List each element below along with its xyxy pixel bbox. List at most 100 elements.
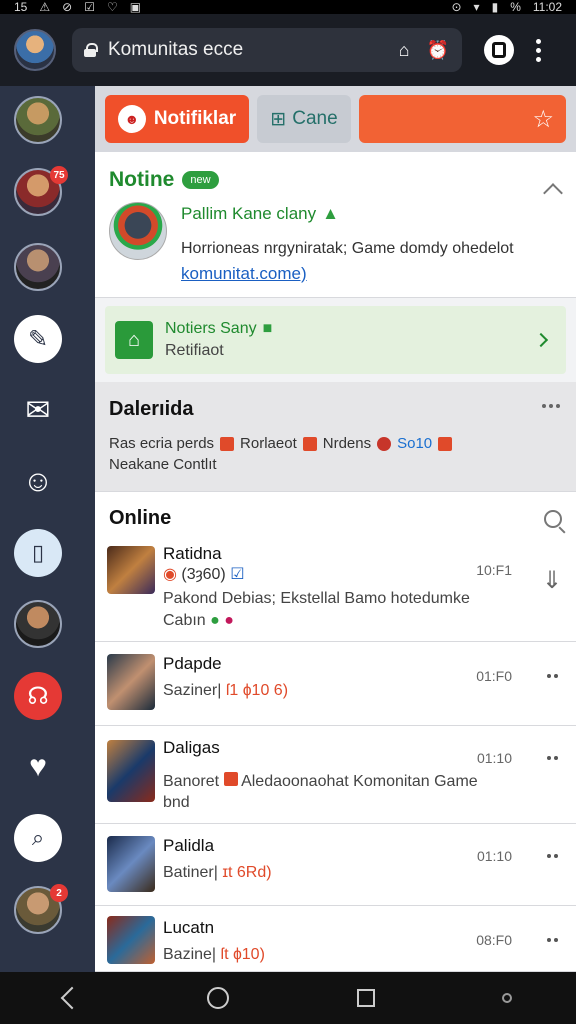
face-icon: ☻ (117, 105, 146, 133)
wifi-icon: ▾ (473, 0, 480, 14)
category-subtitle: Neakane Contlıt (109, 456, 217, 473)
more-icon[interactable] (547, 938, 558, 942)
signal-icon: ▮ (491, 0, 499, 14)
system-title-text: Notiers Sany (165, 320, 257, 337)
item-meta2: Cabın ● ● (163, 612, 234, 629)
lock-icon (84, 43, 98, 57)
rail-avatar-5[interactable]: 2 (14, 884, 68, 934)
menu-icon[interactable] (536, 38, 541, 62)
list-item[interactable]: Pdapde Saziner| ſ1 ɸ10 6) 01:F0 (95, 642, 576, 726)
item-stat: ſ1 ɸ10 6) (225, 682, 289, 699)
status-text: 15 (14, 0, 28, 14)
item-stat: ɪt 6Rd) (222, 864, 272, 881)
status-bar: 15 ⚠ ⊘ ☑ ♡ ▣ ⊙ ▾ ▮ % 11:02 (0, 0, 576, 14)
image-icon: ■ (262, 320, 273, 337)
game-label: Cane (292, 108, 338, 129)
more-icon[interactable] (547, 854, 558, 858)
item-meta2: bnd (163, 794, 190, 811)
rail-avatar-3[interactable] (14, 243, 62, 291)
notice-user: Pallim Kane clany ▲ (181, 204, 514, 224)
category-tags: Ras ecria perds Rorlaeot Nrdens So10 (109, 435, 562, 452)
item-time: 01:10 (476, 848, 512, 864)
recents-icon[interactable] (356, 989, 375, 1007)
game-thumbnail (107, 836, 155, 892)
download-icon[interactable]: ⇓ (542, 566, 562, 595)
rail-user-icon[interactable]: ☺ (14, 458, 62, 506)
list-item[interactable]: Ratidna ◉ (3ȝ60) ☑ Pakond Debias; Ekstel… (95, 536, 576, 642)
notice-message: Horrioneas nrgyniratak; Game domdy ohede… (181, 240, 514, 257)
system-subtitle: Retifiaot (165, 342, 224, 359)
rail-mail-icon[interactable]: ✉ (14, 386, 62, 434)
item-meta: Banoret Aledaoonaohat Komonitan Game (163, 772, 478, 791)
url-text: Komunitas ecce (108, 39, 244, 60)
notifications-button[interactable]: ☻ Notifiklar (105, 95, 249, 143)
item-extra: Aledaoonaohat Komonitan Game (241, 773, 478, 790)
more-icon[interactable] (542, 404, 560, 408)
rail-heart-icon[interactable]: ♥ (14, 743, 62, 791)
rail-ear-icon[interactable]: ☊ (14, 672, 62, 720)
profile-avatar[interactable] (14, 29, 56, 71)
app-root: 15 ⚠ ⊘ ☑ ♡ ▣ ⊙ ▾ ▮ % 11:02 Komunitas ecc… (0, 0, 576, 1024)
check-icon: ☑ (84, 0, 95, 14)
warning-icon: ⚠ (39, 0, 51, 14)
home-icon[interactable]: ⌂ (392, 38, 416, 62)
assistant-icon[interactable] (502, 993, 513, 1003)
game-button[interactable]: ⊞ Cane (257, 95, 351, 143)
favorite-button[interactable]: ☆ (359, 95, 566, 143)
item-tag: ◉ (3ȝ60) ☑ (163, 566, 245, 583)
category-tag: Ras ecria perds (109, 435, 215, 452)
notice-title: Notine (109, 168, 175, 191)
rail-doc-icon[interactable]: ▯ (14, 529, 62, 577)
clock: 11:02 (532, 0, 562, 14)
rail-avatar-1[interactable] (14, 96, 62, 144)
item-name: Ratidna (163, 544, 222, 563)
item-meta-text: Batiner| (163, 864, 218, 881)
search-icon[interactable] (544, 509, 562, 528)
back-icon[interactable] (60, 986, 84, 1010)
left-rail: 75 ✎ ✉ ☺ ▯ ☊ ♥ ⌕ 2 (0, 86, 95, 972)
item-name: Lucatn (163, 918, 215, 937)
alarm-icon[interactable]: ⏰ (426, 38, 450, 62)
more-icon[interactable] (547, 674, 558, 678)
system-notice[interactable]: ⌂ Notiers Sany ■ Retifiaot (105, 306, 566, 374)
notice-avatar (109, 202, 167, 260)
battery-percent: % (510, 0, 521, 14)
system-nav-bar (0, 972, 576, 1024)
category-tag[interactable]: So10 (397, 435, 432, 452)
game-thumbnail (107, 740, 155, 802)
main-content: ☻ Notifiklar ⊞ Cane ☆ Notine new Pallim … (95, 86, 576, 972)
rail-avatar-4[interactable] (14, 600, 62, 648)
address-bar[interactable]: Komunitas ecce ⌂ ⏰ (72, 28, 462, 72)
home-icon: ⌂ (115, 321, 153, 359)
rail-search-icon[interactable]: ⌕ (14, 814, 62, 862)
game-thumbnail (107, 916, 155, 964)
list-item[interactable]: Daligas Banoret Aledaoonaohat Komonitan … (95, 726, 576, 824)
category-card[interactable]: Dalerıida Ras ecria perds Rorlaeot Nrden… (95, 382, 576, 492)
tag-icon (438, 436, 453, 451)
item-time: 01:10 (476, 750, 512, 766)
item-meta: Pakond Debias; Ekstellal Bamo hotedumke (163, 590, 470, 607)
location-icon: ⊙ (451, 0, 462, 14)
tag-icon (220, 436, 235, 451)
item-stat: ſt ɸ10) (220, 946, 265, 963)
game-thumbnail (107, 654, 155, 710)
heart-icon: ♡ (106, 0, 118, 14)
tabs-icon[interactable] (484, 35, 514, 65)
list-item[interactable]: Palidla Batiner| ɪt 6Rd) 01:10 (95, 824, 576, 906)
star-icon: ☆ (532, 105, 554, 133)
home-nav-icon[interactable] (207, 987, 230, 1009)
rail-avatar-2[interactable]: 75 (14, 166, 68, 216)
notice-link[interactable]: komunitat.come) (181, 264, 514, 284)
rail-feather-icon[interactable]: ✎ (14, 315, 62, 363)
more-icon[interactable] (547, 756, 558, 760)
notice-card[interactable]: Notine new Pallim Kane clany ▲ Horrionea… (95, 152, 576, 298)
item-time: 01:F0 (476, 668, 512, 684)
online-title: Online (109, 507, 172, 529)
item-meta-text: Banoret (163, 773, 220, 790)
list-item[interactable]: Lucatn Bazine| ſt ɸ10) 08:F0 (95, 906, 576, 972)
browser-toolbar: Komunitas ecce ⌂ ⏰ (0, 14, 576, 86)
item-meta2-text: Cabın (163, 612, 206, 629)
notifications-label: Notifiklar (153, 108, 237, 129)
system-title: Notiers Sany ■ (165, 320, 272, 338)
game-thumbnail (107, 546, 155, 594)
